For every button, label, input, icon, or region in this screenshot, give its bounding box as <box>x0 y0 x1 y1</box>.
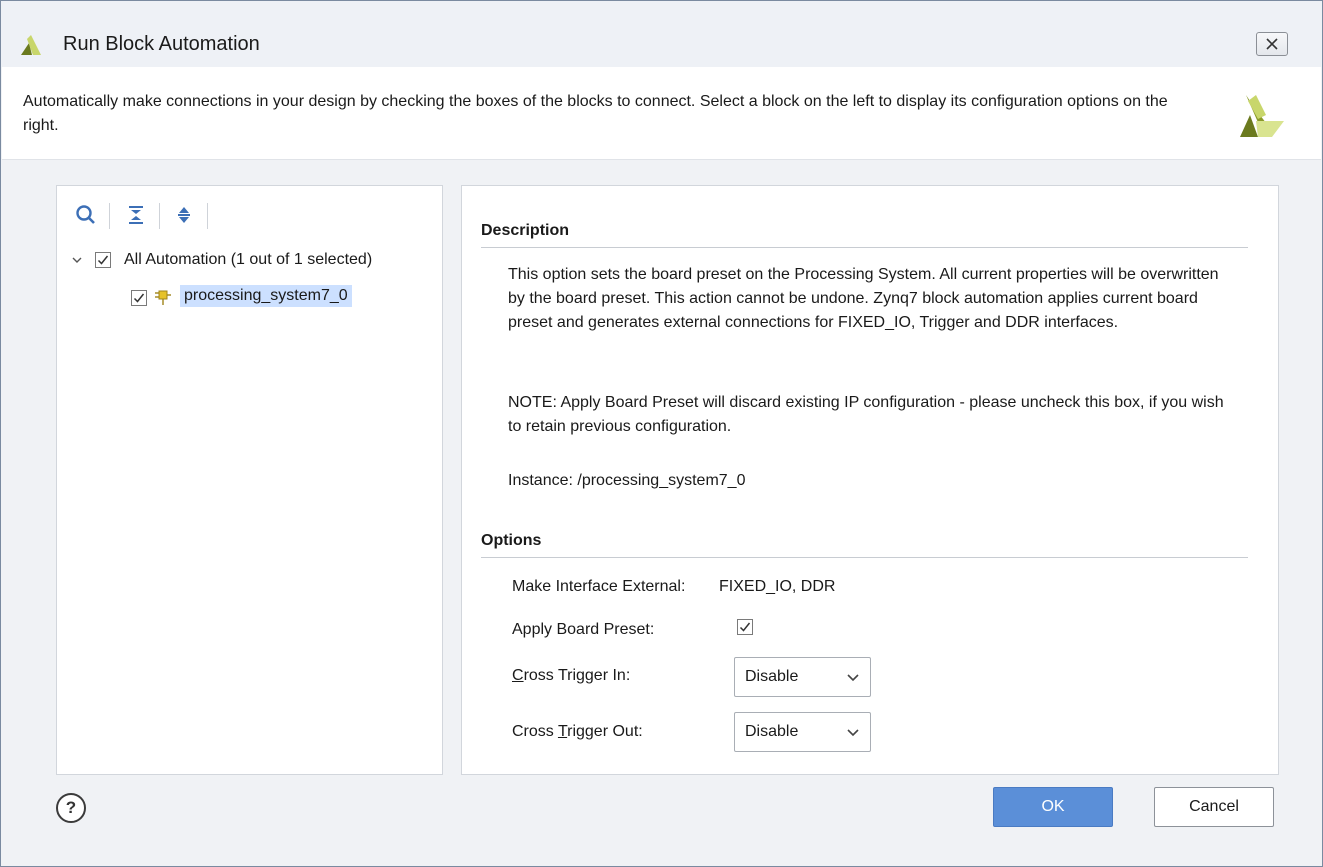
collapse-all-button[interactable] <box>123 202 149 228</box>
tree-row-processing-system[interactable]: processing_system7_0 <box>57 284 437 310</box>
cross-trigger-in-select[interactable]: Disable <box>734 657 871 697</box>
processing-system-checkbox[interactable] <box>131 290 147 306</box>
tree-toolbar <box>57 186 442 242</box>
toolbar-separator <box>207 203 208 229</box>
make-interface-external-label: Make Interface External: <box>512 578 686 595</box>
block-tree-panel: All Automation (1 out of 1 selected) pro… <box>56 185 443 775</box>
toolbar-separator <box>109 203 110 229</box>
collapse-all-icon <box>129 206 143 224</box>
checkmark-icon <box>739 622 751 632</box>
cross-trigger-in-label-text: ross Trigger In: <box>523 667 631 684</box>
cross-trigger-out-label: Cross Trigger Out: <box>512 723 643 741</box>
instance-path: Instance: /processing_system7_0 <box>508 472 746 489</box>
cross-trigger-in-label: Cross Trigger In: <box>512 667 630 685</box>
vivado-logo-icon <box>21 35 41 55</box>
cross-trigger-in-value: Disable <box>745 668 799 685</box>
description-heading: Description <box>481 222 570 239</box>
options-divider <box>481 557 1248 558</box>
window-title: Run Block Automation <box>63 33 260 55</box>
close-button[interactable] <box>1256 32 1288 56</box>
checkmark-icon <box>133 293 145 303</box>
make-interface-external-value: FIXED_IO, DDR <box>719 578 836 595</box>
all-automation-label: All Automation (1 out of 1 selected) <box>124 251 373 268</box>
expand-all-icon <box>178 207 190 223</box>
vivado-logo-icon <box>1240 95 1284 137</box>
apply-board-preset-label: Apply Board Preset: <box>512 621 655 638</box>
banner-text: Automatically make connections in your d… <box>23 93 1168 134</box>
ip-block-icon <box>155 290 171 305</box>
close-icon <box>1266 38 1278 50</box>
note-paragraph: NOTE: Apply Board Preset will discard ex… <box>508 394 1224 435</box>
apply-board-preset-checkbox[interactable] <box>737 619 753 635</box>
processing-system-label[interactable]: processing_system7_0 <box>180 285 352 307</box>
chevron-down-icon <box>847 729 859 737</box>
cross-trigger-in-mnemonic: C <box>512 667 524 684</box>
cross-trigger-out-mnemonic: T <box>557 723 568 740</box>
info-banner: Automatically make connections in your d… <box>2 67 1321 160</box>
description-paragraph: This option sets the board preset on the… <box>508 266 1219 331</box>
cross-trigger-out-value: Disable <box>745 723 799 740</box>
checkmark-icon <box>97 255 109 265</box>
search-icon <box>76 205 95 224</box>
cross-trigger-out-label-post: rigger Out: <box>567 723 643 740</box>
chevron-down-icon[interactable] <box>71 254 83 266</box>
description-divider <box>481 247 1248 248</box>
run-block-automation-dialog: Run Block Automation Automatically make … <box>0 0 1323 867</box>
help-button[interactable]: ? <box>56 793 86 823</box>
ok-button[interactable]: OK <box>993 787 1113 827</box>
cross-trigger-out-select[interactable]: Disable <box>734 712 871 752</box>
tree-row-all-automation[interactable]: All Automation (1 out of 1 selected) <box>57 248 437 274</box>
cancel-button[interactable]: Cancel <box>1154 787 1274 827</box>
title-bar[interactable]: Run Block Automation <box>1 1 1322 67</box>
search-button[interactable] <box>73 202 99 228</box>
chevron-down-icon <box>847 674 859 682</box>
expand-all-button[interactable] <box>171 202 197 228</box>
toolbar-separator <box>159 203 160 229</box>
cross-trigger-out-label-pre: Cross <box>512 723 558 740</box>
configuration-panel: Description This option sets the board p… <box>461 185 1279 775</box>
all-automation-checkbox[interactable] <box>95 252 111 268</box>
options-heading: Options <box>481 532 542 549</box>
